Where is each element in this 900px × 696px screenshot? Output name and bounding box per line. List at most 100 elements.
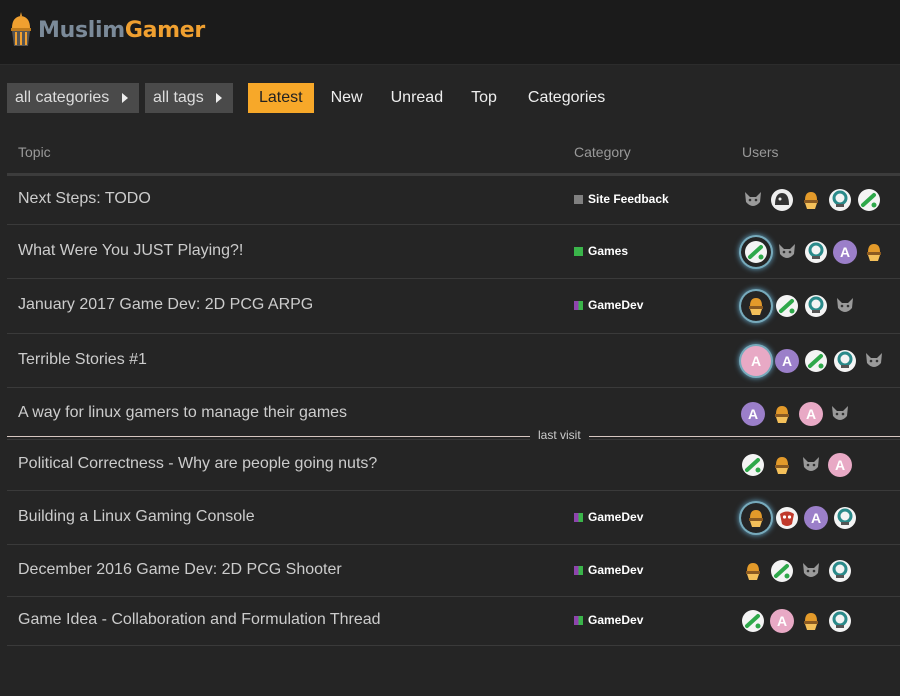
site-header: MuslimGamer: [0, 0, 900, 65]
topic-title[interactable]: Political Correctness - Why are people g…: [18, 455, 377, 473]
topic-participants: [741, 556, 857, 586]
user-avatar-green-paw-icon[interactable]: [741, 237, 771, 267]
topic-participants: [741, 185, 886, 215]
user-avatar-green-paw-icon[interactable]: [770, 559, 794, 583]
topic-title[interactable]: December 2016 Game Dev: 2D PCG Shooter: [18, 561, 342, 579]
user-avatar-s-logo-icon[interactable]: [828, 609, 852, 633]
user-avatar-letter-icon[interactable]: A: [770, 609, 794, 633]
user-avatar-lantern-icon[interactable]: [741, 559, 765, 583]
category-color-swatch: [574, 300, 583, 310]
user-avatar-s-logo-icon[interactable]: [828, 559, 852, 583]
last-visit-divider: last visit: [7, 428, 900, 442]
user-avatar-green-paw-icon[interactable]: [857, 188, 881, 212]
user-avatar-lantern-icon[interactable]: [741, 291, 771, 321]
user-avatar-lantern-icon[interactable]: [862, 240, 886, 264]
user-avatar-wolf-icon[interactable]: [833, 294, 857, 318]
category-name: GameDev: [588, 613, 644, 627]
user-avatar-letter-icon[interactable]: A: [741, 402, 765, 426]
topic-title[interactable]: Terrible Stories #1: [18, 351, 147, 369]
topic-category-badge[interactable]: GameDev: [574, 298, 643, 312]
user-avatar-wolf-icon[interactable]: [799, 559, 823, 583]
site-logo[interactable]: MuslimGamer: [6, 10, 205, 50]
topic-participants: A: [741, 503, 862, 533]
user-avatar-green-paw-icon[interactable]: [741, 453, 765, 477]
user-avatar-letter-icon[interactable]: A: [799, 402, 823, 426]
user-avatar-letter-icon[interactable]: A: [833, 240, 857, 264]
category-name: GameDev: [588, 510, 644, 524]
topic-nav: all categories all tags Latest New Unrea…: [7, 83, 616, 113]
header-users[interactable]: Users: [742, 144, 779, 160]
user-avatar-wolf-icon[interactable]: [775, 240, 799, 264]
category-dropdown[interactable]: all categories: [7, 83, 139, 113]
topic-row[interactable]: Building a Linux Gaming Console GameDev A: [7, 491, 900, 545]
category-name: GameDev: [588, 563, 644, 577]
nav-unread[interactable]: Unread: [380, 83, 454, 113]
topic-category-badge[interactable]: GameDev: [574, 613, 643, 627]
user-avatar-wolf-icon[interactable]: [828, 402, 852, 426]
topic-category-badge[interactable]: Site Feedback: [574, 192, 669, 206]
nav-latest[interactable]: Latest: [248, 83, 314, 113]
topic-row[interactable]: Terrible Stories #1 A A: [7, 334, 900, 388]
topic-category-badge[interactable]: GameDev: [574, 563, 643, 577]
site-name-part2: Gamer: [124, 17, 205, 43]
user-avatar-wolf-icon[interactable]: [862, 349, 886, 373]
user-avatar-red-mask-icon[interactable]: [775, 506, 799, 530]
header-category[interactable]: Category: [574, 144, 631, 160]
user-avatar-letter-icon[interactable]: A: [828, 453, 852, 477]
user-avatar-letter-icon[interactable]: A: [775, 349, 799, 373]
topic-row[interactable]: Game Idea - Collaboration and Formulatio…: [7, 597, 900, 646]
last-visit-label: last visit: [530, 428, 589, 442]
topic-participants: A: [741, 237, 891, 267]
user-avatar-letter-icon[interactable]: A: [804, 506, 828, 530]
topic-row[interactable]: Political Correctness - Why are people g…: [7, 440, 900, 491]
category-name: GameDev: [588, 298, 644, 312]
topic-title[interactable]: A way for linux gamers to manage their g…: [18, 404, 347, 422]
tag-dropdown-label: all tags: [153, 89, 204, 106]
topic-title[interactable]: January 2017 Game Dev: 2D PCG ARPG: [18, 296, 313, 314]
topic-row[interactable]: Next Steps: TODO Site Feedback: [7, 176, 900, 225]
user-avatar-green-paw-icon[interactable]: [775, 294, 799, 318]
user-avatar-lantern-icon[interactable]: [799, 609, 823, 633]
category-color-swatch: [574, 512, 583, 522]
tag-dropdown[interactable]: all tags: [145, 83, 233, 113]
user-avatar-s-logo-icon[interactable]: [833, 506, 857, 530]
topic-category-badge[interactable]: GameDev: [574, 510, 643, 524]
topic-title[interactable]: Building a Linux Gaming Console: [18, 508, 255, 526]
user-avatar-lantern-icon[interactable]: [799, 188, 823, 212]
category-color-swatch: [574, 565, 583, 575]
topic-participants: A: [741, 450, 857, 480]
topic-row[interactable]: What Were You JUST Playing?! Games A: [7, 225, 900, 279]
mosque-logo-icon: [11, 12, 31, 46]
user-avatar-s-logo-icon[interactable]: [828, 188, 852, 212]
user-avatar-s-logo-icon[interactable]: [833, 349, 857, 373]
topic-row[interactable]: January 2017 Game Dev: 2D PCG ARPG GameDe…: [7, 279, 900, 334]
user-avatar-wolf-icon[interactable]: [799, 453, 823, 477]
user-avatar-dark-beast-icon[interactable]: [770, 188, 794, 212]
topic-participants: AA: [741, 399, 857, 429]
topic-row[interactable]: December 2016 Game Dev: 2D PCG Shooter Ga…: [7, 545, 900, 597]
header-topic[interactable]: Topic: [18, 144, 51, 160]
topic-title[interactable]: What Were You JUST Playing?!: [18, 242, 243, 260]
user-avatar-lantern-icon[interactable]: [770, 453, 794, 477]
topic-category-badge[interactable]: Games: [574, 244, 628, 258]
user-avatar-green-paw-icon[interactable]: [804, 349, 828, 373]
user-avatar-s-logo-icon[interactable]: [804, 240, 828, 264]
topic-title[interactable]: Next Steps: TODO: [18, 190, 151, 208]
topic-list-header: Topic Category Users: [7, 141, 900, 176]
category-name: Games: [588, 244, 629, 258]
user-avatar-green-paw-icon[interactable]: [741, 609, 765, 633]
nav-new[interactable]: New: [320, 83, 374, 113]
nav-top[interactable]: Top: [460, 83, 508, 113]
user-avatar-lantern-icon[interactable]: [770, 402, 794, 426]
user-avatar-lantern-icon[interactable]: [741, 503, 771, 533]
user-avatar-wolf-icon[interactable]: [741, 188, 765, 212]
site-name: MuslimGamer: [38, 18, 205, 43]
topic-row[interactable]: A way for linux gamers to manage their g…: [7, 388, 900, 440]
user-avatar-s-logo-icon[interactable]: [804, 294, 828, 318]
topic-title[interactable]: Game Idea - Collaboration and Formulatio…: [18, 611, 381, 629]
nav-categories[interactable]: Categories: [517, 83, 616, 113]
topic-list: Next Steps: TODO Site Feedback What Were Y…: [7, 176, 900, 646]
category-color-swatch: [574, 246, 583, 256]
user-avatar-letter-icon[interactable]: A: [741, 346, 771, 376]
caret-right-icon: [216, 93, 222, 103]
